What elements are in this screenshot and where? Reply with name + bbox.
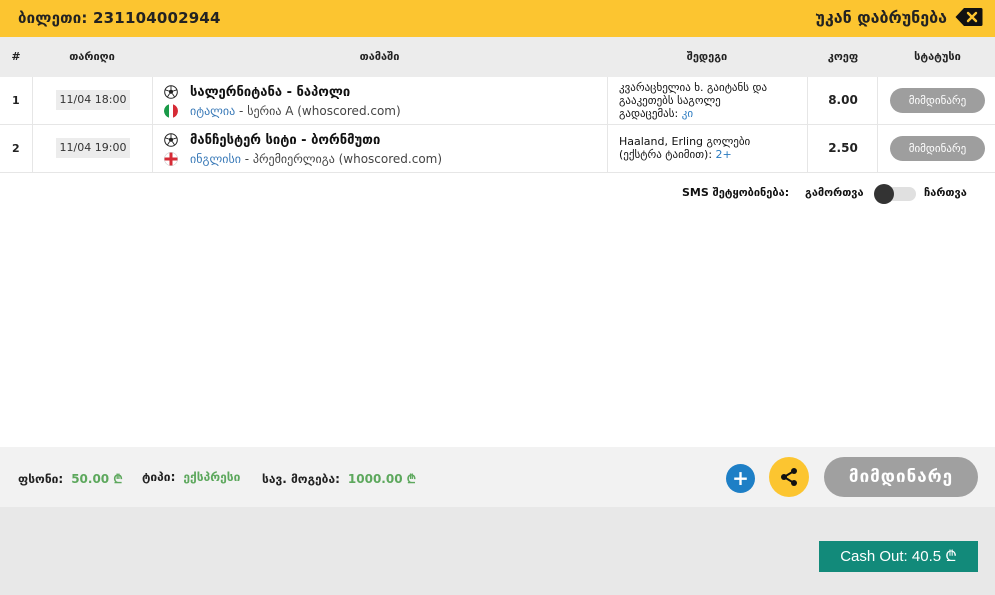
ticket-id: ბილეთი: 231104002944 bbox=[18, 9, 221, 27]
col-game: თამაში bbox=[359, 50, 400, 63]
table-row: 1 11/04 18:00 სალერნიტანა - ნაპოლი იტალი… bbox=[0, 77, 995, 125]
ticket-summary: ფსონი: 50.00 ₾ ტიპი: ექსპრესი სავ. მოგება:… bbox=[0, 447, 995, 507]
soccer-ball-icon bbox=[164, 133, 178, 147]
match-name[interactable]: მანჩესტერ სიტი - ბორნმუთი bbox=[190, 133, 380, 148]
col-status: სტატუსი bbox=[914, 50, 961, 63]
outcome-value: 2+ bbox=[715, 148, 732, 161]
soccer-ball-icon bbox=[164, 85, 178, 99]
sms-off-label[interactable]: გამორთვა bbox=[805, 186, 864, 199]
table-row: 2 11/04 19:00 მანჩესტერ სიტი - ბორნმუთი … bbox=[0, 125, 995, 173]
col-odds: კოეფ bbox=[827, 50, 859, 63]
match-country[interactable]: ინგლისი bbox=[190, 152, 241, 166]
col-date: თარიღი bbox=[69, 50, 115, 63]
match-league: ინგლისი - პრემიერლიგა (whoscored.com) bbox=[190, 152, 442, 166]
outcome-line: Haaland, Erling გოლები bbox=[619, 135, 751, 148]
match-name[interactable]: სალერნიტანა - ნაპოლი bbox=[190, 85, 350, 100]
outcome-line: გადაცემას: bbox=[619, 107, 682, 120]
share-icon bbox=[781, 468, 797, 486]
cash-out-button[interactable]: Cash Out: 40.5 ₾ bbox=[819, 541, 978, 572]
outcome-value: კი bbox=[681, 107, 694, 120]
england-flag-icon bbox=[164, 152, 178, 166]
sms-label: SMS შეტყობინება: bbox=[682, 186, 790, 199]
toggle-knob[interactable] bbox=[874, 184, 894, 204]
stake-value: 50.00 ₾ bbox=[71, 472, 123, 486]
status-badge[interactable]: მიმდინარე bbox=[890, 136, 985, 161]
type-value: ექსპრესი bbox=[183, 470, 241, 484]
odds-value: 2.50 bbox=[828, 141, 858, 155]
bet-type: ტიპი: ექსპრესი bbox=[142, 470, 240, 484]
back-label: უკან დაბრუნება bbox=[815, 7, 947, 27]
win-label: სავ. მოგება: bbox=[262, 472, 340, 486]
possible-win: სავ. მოგება: 1000.00 ₾ bbox=[262, 470, 416, 487]
col-result: შედეგი bbox=[686, 50, 728, 63]
header-bar: ბილეთი: 231104002944 უკან დაბრუნება bbox=[0, 0, 995, 37]
ticket-status-button[interactable]: მიმდინარე bbox=[824, 457, 978, 497]
league-name: - პრემიერლიგა (whoscored.com) bbox=[240, 152, 443, 166]
win-value: 1000.00 ₾ bbox=[347, 472, 416, 486]
stake: ფსონი: 50.00 ₾ bbox=[18, 470, 123, 487]
outcome-line: გააკეთებს საგოლე bbox=[619, 94, 721, 107]
type-label: ტიპი: bbox=[142, 470, 176, 484]
odds-value: 8.00 bbox=[828, 93, 858, 107]
add-button[interactable]: + bbox=[726, 464, 755, 493]
sms-toggle[interactable] bbox=[874, 184, 916, 204]
bet-outcome: კვარაცხელია ხ. გაიტანს და გააკეთებს საგო… bbox=[619, 81, 767, 120]
share-button[interactable] bbox=[769, 457, 809, 497]
cashout-area: Cash Out: 40.5 ₾ bbox=[0, 507, 995, 595]
match-date: 11/04 19:00 bbox=[56, 138, 130, 158]
match-date: 11/04 18:00 bbox=[56, 90, 130, 110]
status-badge[interactable]: მიმდინარე bbox=[890, 88, 985, 113]
col-number: # bbox=[11, 50, 21, 63]
outcome-line: (ექსტრა ტაიმით): bbox=[619, 148, 716, 161]
sms-notifications: SMS შეტყობინება: გამორთვა ჩართვა bbox=[682, 184, 967, 204]
match-country[interactable]: იტალია bbox=[190, 104, 235, 118]
sms-on-label[interactable]: ჩართვა bbox=[924, 186, 967, 199]
back-button[interactable]: უკან დაბრუნება bbox=[815, 7, 983, 27]
italy-flag-icon bbox=[164, 104, 178, 118]
bet-outcome: Haaland, Erling გოლები (ექსტრა ტაიმით): … bbox=[619, 135, 750, 161]
table-header: # თარიღი თამაში შედეგი კოეფ სტატუსი bbox=[0, 37, 995, 77]
backspace-icon[interactable] bbox=[955, 7, 983, 27]
league-name: - სერია A (whoscored.com) bbox=[235, 104, 401, 118]
match-league: იტალია - სერია A (whoscored.com) bbox=[190, 104, 401, 118]
stake-label: ფსონი: bbox=[18, 472, 64, 486]
outcome-line: კვარაცხელია ხ. გაიტანს და bbox=[619, 81, 768, 94]
